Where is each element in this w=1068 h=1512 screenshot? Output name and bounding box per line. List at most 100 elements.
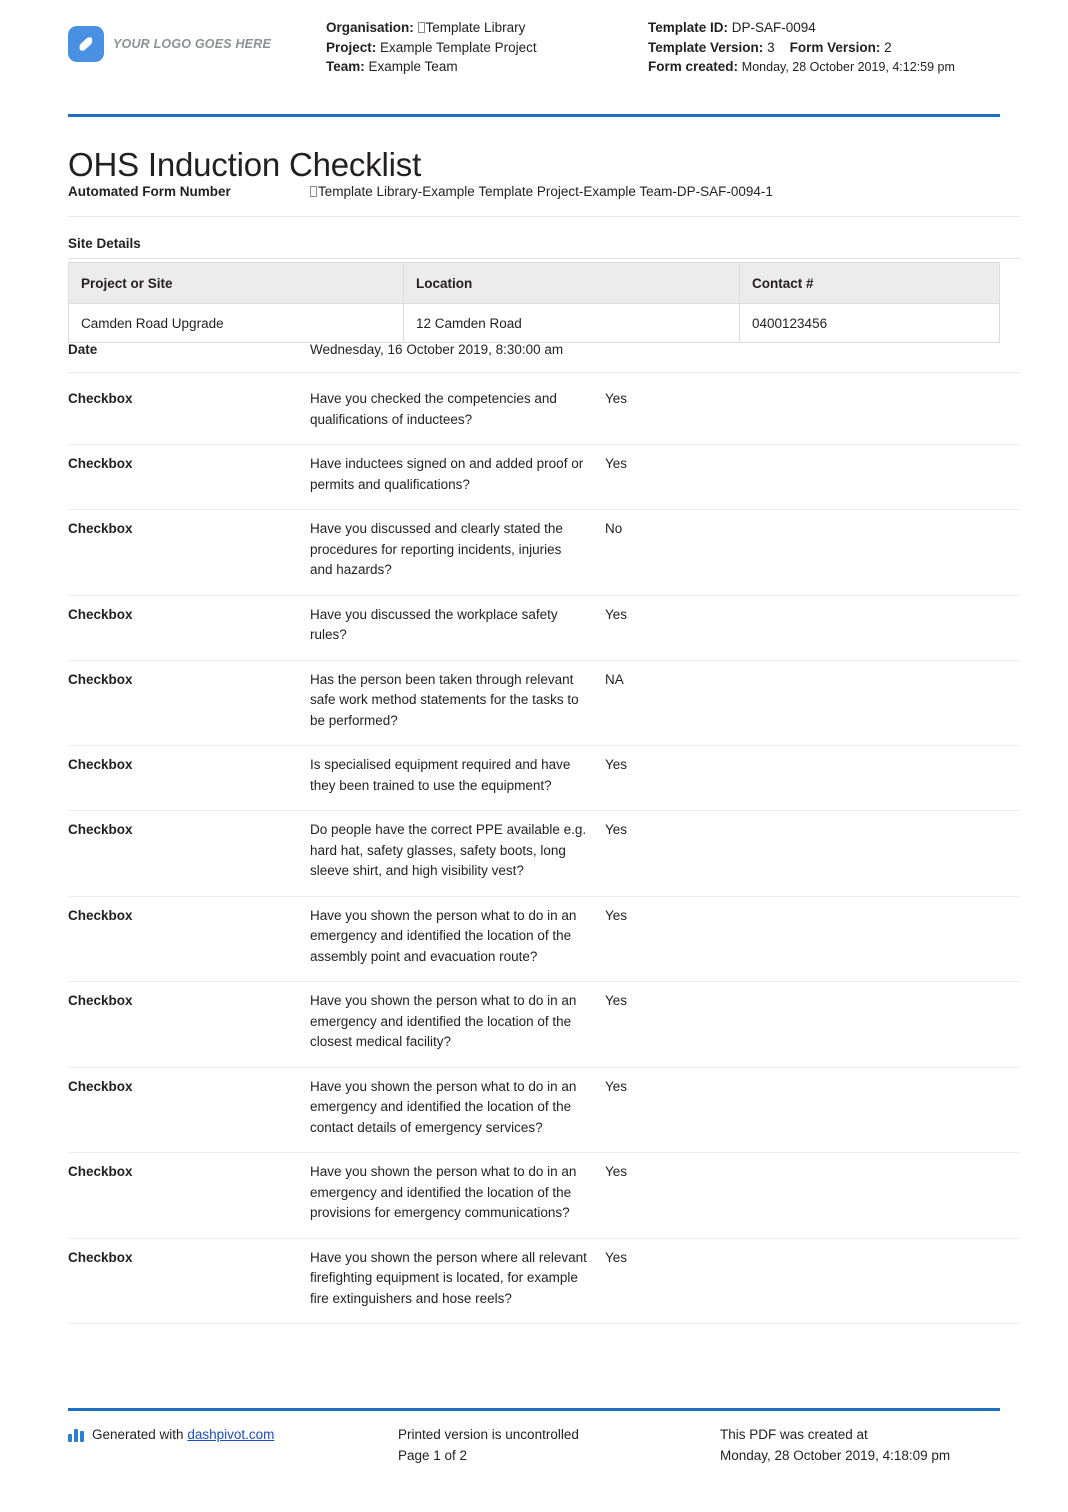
pdf-created-value: Monday, 28 October 2019, 4:18:09 pm — [720, 1448, 951, 1463]
form-created-label: Form created: — [648, 59, 739, 74]
page-number: Page 1 of 2 — [398, 1448, 468, 1463]
checklist-row: Checkbox Have you shown the person where… — [68, 1239, 1020, 1324]
header-versions-line: Template Version: 3 Form Version: 2 — [648, 38, 1000, 58]
checklist-row: Checkbox Have you shown the person what … — [68, 982, 1020, 1068]
form-created-value: Monday, 28 October 2019, 4:12:59 pm — [741, 60, 955, 74]
checklist-row: Checkbox Has the person been taken throu… — [68, 661, 1020, 746]
bar-chart-icon — [68, 1428, 84, 1442]
automated-form-number-value: Template Library-Example Template Projec… — [310, 182, 1020, 202]
checklist-row-question: Do people have the correct PPE available… — [310, 822, 587, 878]
checklist-row-answer: Yes — [605, 456, 628, 471]
automated-form-number-label: Automated Form Number — [68, 184, 231, 199]
checklist-row-answer: Yes — [605, 606, 628, 622]
footer-generated-text: Generated with dashpivot.com — [92, 1424, 274, 1445]
site-details-section-title: Site Details — [68, 236, 1020, 259]
footer-pdf-created-block: This PDF was created at Monday, 28 Octob… — [720, 1424, 1020, 1466]
checklist-row-question: Has the person been taken through releva… — [310, 671, 579, 728]
checklist-row: Checkbox Have you discussed and clearly … — [68, 510, 1020, 596]
column-header-contact: Contact # — [739, 262, 1000, 304]
template-id-label: Template ID: — [648, 20, 729, 35]
checklist-row-question: Have you shown the person what to do in … — [310, 907, 577, 964]
document-page: YOUR LOGO GOES HERE Organisation: Templa… — [0, 0, 1068, 1512]
printed-notice: Printed version is uncontrolled — [398, 1427, 579, 1442]
checklist-row: Checkbox Have you discussed the workplac… — [68, 596, 1020, 661]
checklist-row: Checkbox Is specialised equipment requir… — [68, 746, 1020, 811]
date-value: Wednesday, 16 October 2019, 8:30:00 am — [310, 342, 564, 357]
checklist-row: Checkbox Have you checked the competenci… — [68, 380, 1020, 445]
document-header: YOUR LOGO GOES HERE Organisation: Templa… — [68, 18, 1000, 78]
column-header-location: Location — [403, 262, 740, 304]
column-header-project-or-site: Project or Site — [68, 262, 404, 304]
checklist-row-answer: Yes — [605, 1249, 628, 1265]
checklist-row: Checkbox Have you shown the person what … — [68, 1153, 1020, 1239]
logo-block: YOUR LOGO GOES HERE — [68, 18, 326, 62]
checklist-row-answer: Yes — [605, 993, 628, 1008]
header-organisation-line: Organisation: Template Library — [326, 18, 648, 38]
checklist-row-type: Checkbox — [68, 1164, 133, 1179]
checklist-row-question: Have inductees signed on and added proof… — [310, 456, 584, 492]
project-value: Example Template Project — [380, 39, 537, 55]
checklist-table: Checkbox Have you checked the competenci… — [68, 380, 1020, 1324]
checklist-row-type: Checkbox — [68, 993, 133, 1008]
checklist-row-question: Have you shown the person what to do in … — [310, 1078, 577, 1135]
checklist-row-answer: Yes — [605, 391, 628, 406]
checklist-row-answer: NA — [605, 671, 624, 687]
site-details-table: Project or Site Location Contact # Camde… — [68, 262, 1000, 343]
missing-glyph-icon — [310, 186, 317, 197]
checklist-row-type: Checkbox — [68, 606, 133, 622]
cell-project-or-site: Camden Road Upgrade — [68, 303, 404, 343]
document-footer: Generated with dashpivot.com Printed ver… — [68, 1424, 1020, 1466]
organisation-label: Organisation: — [326, 20, 414, 35]
date-field-row: Date Wednesday, 16 October 2019, 8:30:00… — [68, 340, 1020, 373]
checklist-row-question: Is specialised equipment required and ha… — [310, 757, 571, 793]
date-label: Date — [68, 342, 98, 357]
checklist-row-question: Have you shown the person what to do in … — [310, 993, 577, 1049]
template-id-value: DP-SAF-0094 — [731, 20, 816, 35]
checklist-row-answer: No — [605, 521, 623, 536]
checklist-row-type: Checkbox — [68, 907, 133, 923]
checklist-row-type: Checkbox — [68, 391, 133, 406]
checklist-row-type: Checkbox — [68, 757, 133, 772]
pdf-created-label: This PDF was created at — [720, 1427, 868, 1442]
logo-placeholder-text: YOUR LOGO GOES HERE — [113, 37, 271, 51]
project-label: Project: — [326, 39, 377, 55]
dashpivot-link[interactable]: dashpivot.com — [187, 1427, 274, 1442]
checklist-row-type: Checkbox — [68, 456, 133, 471]
header-project-line: Project: Example Template Project — [326, 38, 648, 58]
checklist-row-type: Checkbox — [68, 1078, 133, 1094]
footer-print-block: Printed version is uncontrolled Page 1 o… — [398, 1424, 720, 1466]
form-version-label: Form Version: — [789, 39, 881, 55]
checklist-row: Checkbox Do people have the correct PPE … — [68, 811, 1020, 897]
form-number-section: Automated Form Number Template Library-E… — [68, 176, 1020, 217]
table-row: Camden Road Upgrade 12 Camden Road 04001… — [68, 303, 1000, 343]
checklist-row-question: Have you shown the person where all rele… — [310, 1249, 587, 1306]
header-team-line: Team: Example Team — [326, 57, 648, 77]
organisation-value: Template Library — [425, 20, 526, 35]
team-label: Team: — [326, 59, 365, 74]
cell-location: 12 Camden Road — [403, 303, 740, 343]
checklist-row-type: Checkbox — [68, 521, 133, 536]
checklist-row-answer: Yes — [605, 1164, 628, 1179]
generated-prefix: Generated with — [92, 1427, 188, 1442]
checklist-row-answer: Yes — [605, 907, 628, 923]
checklist-row-type: Checkbox — [68, 671, 133, 687]
checklist-row: Checkbox Have you shown the person what … — [68, 897, 1020, 982]
form-version-value: 2 — [884, 39, 892, 55]
automated-form-number-row: Automated Form Number Template Library-E… — [68, 176, 1020, 217]
checklist-row-answer: Yes — [605, 822, 628, 837]
checklist-row-answer: Yes — [605, 1078, 628, 1094]
header-org-column: Organisation: Template Library Project: … — [326, 18, 648, 77]
checklist-row-question: Have you discussed and clearly stated th… — [310, 521, 563, 577]
company-logo-icon — [68, 26, 104, 62]
header-template-id-line: Template ID: DP-SAF-0094 — [648, 18, 1000, 38]
checklist-row-answer: Yes — [605, 757, 628, 772]
template-version-label: Template Version: — [648, 39, 764, 55]
table-header-row: Project or Site Location Contact # — [68, 262, 1000, 304]
footer-divider-rule — [68, 1408, 1000, 1411]
footer-generated-block: Generated with dashpivot.com — [68, 1424, 398, 1445]
team-value: Example Team — [368, 59, 458, 74]
checklist-row-question: Have you shown the person what to do in … — [310, 1164, 577, 1220]
header-form-created-line: Form created: Monday, 28 October 2019, 4… — [648, 57, 1000, 78]
checklist-row-question: Have you checked the competencies and qu… — [310, 391, 557, 427]
checklist-row: Checkbox Have inductees signed on and ad… — [68, 445, 1020, 510]
